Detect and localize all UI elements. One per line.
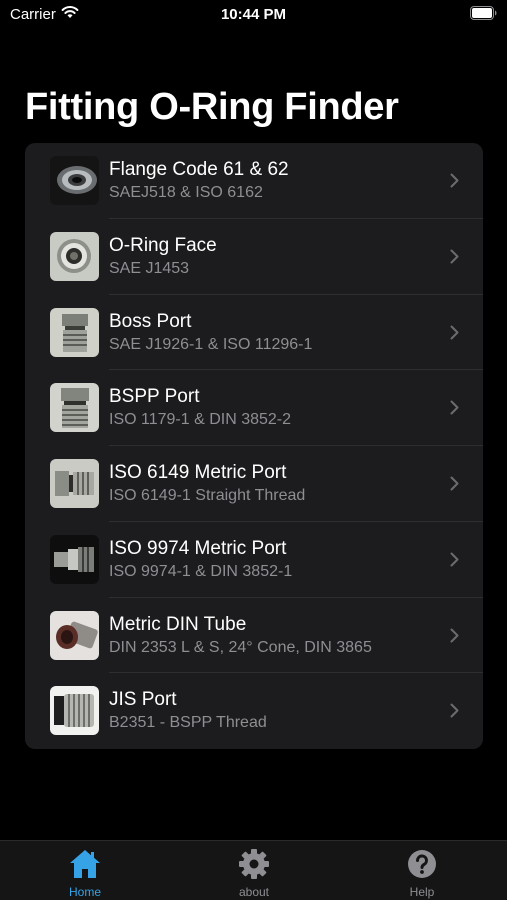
list-item-boss-port[interactable]: Boss Port SAE J1926-1 & ISO 11296-1 (25, 295, 483, 371)
list-item-title: BSPP Port (109, 386, 200, 408)
list-item-subtitle: SAE J1926-1 & ISO 11296-1 (109, 335, 313, 353)
list-item-title: JIS Port (109, 689, 177, 711)
fitting-list: Flange Code 61 & 62 SAEJ518 & ISO 6162 O… (25, 143, 483, 749)
chevron-right-icon (450, 325, 459, 339)
list-item-subtitle: ISO 6149-1 Straight Thread (109, 487, 306, 504)
list-item-bspp-port[interactable]: BSPP Port ISO 1179-1 & DIN 3852-2 (25, 370, 483, 446)
bspp-port-fitting-photo (50, 383, 99, 433)
iso6149-fitting-photo (50, 459, 99, 508)
chevron-right-icon (450, 400, 459, 415)
list-item-oring-face[interactable]: O-Ring Face SAE J1453 (25, 219, 483, 295)
list-item-title: ISO 9974 Metric Port (109, 537, 287, 559)
page-title: Fitting O-Ring Finder (25, 86, 399, 128)
list-item-subtitle: SAEJ518 & ISO 6162 (109, 184, 263, 201)
tab-help[interactable]: Help (362, 841, 482, 900)
list-item-title: Flange Code 61 & 62 (109, 159, 289, 180)
tab-home-label: Home (68, 885, 101, 899)
din-tube-fitting-photo (50, 610, 99, 660)
question-icon (408, 850, 436, 878)
list-item-title: Boss Port (109, 310, 192, 332)
clock: 10:44 PM (220, 6, 287, 23)
list-item-title: Metric DIN Tube (109, 613, 247, 635)
list-item-iso-9974[interactable]: ISO 9974 Metric Port ISO 9974-1 & DIN 38… (25, 522, 483, 598)
battery-icon (470, 6, 497, 20)
chevron-right-icon (450, 249, 459, 264)
iso9974-fitting-photo (50, 534, 99, 584)
list-item-iso-6149[interactable]: ISO 6149 Metric Port ISO 6149-1 Straight… (25, 446, 483, 522)
home-icon (70, 850, 100, 878)
chevron-right-icon (450, 552, 459, 567)
chevron-right-icon (450, 476, 459, 491)
tab-bar: Home about Help (0, 840, 507, 900)
tab-about[interactable]: about (194, 841, 314, 900)
list-item-title: O-Ring Face (109, 234, 217, 256)
list-item-subtitle: DIN 2353 L & S, 24° Cone, DIN 3865 (109, 638, 372, 656)
list-item-metric-din-tube[interactable]: Metric DIN Tube DIN 2353 L & S, 24° Cone… (25, 598, 483, 674)
chevron-right-icon (450, 173, 459, 188)
chevron-right-icon (450, 703, 459, 718)
gear-icon (239, 849, 269, 879)
oring-face-fitting-photo (50, 231, 99, 281)
tab-about-label: about (238, 885, 270, 899)
jis-port-fitting-photo (50, 686, 99, 736)
list-item-subtitle: ISO 1179-1 & DIN 3852-2 (109, 411, 292, 429)
tab-help-label: Help (409, 885, 435, 899)
list-item-subtitle: SAE J1453 (109, 259, 190, 277)
list-item-jis-port[interactable]: JIS Port B2351 - BSPP Thread (25, 673, 483, 749)
flange-fitting-photo (50, 156, 99, 205)
list-item-subtitle: ISO 9974-1 & DIN 3852-1 (109, 562, 293, 580)
list-item-title: ISO 6149 Metric Port (109, 462, 287, 483)
list-item-subtitle: B2351 - BSPP Thread (109, 714, 267, 732)
tab-home[interactable]: Home (25, 841, 145, 900)
boss-port-fitting-photo (50, 307, 99, 357)
status-bar: Carrier 10:44 PM (0, 0, 507, 30)
list-item-flange[interactable]: Flange Code 61 & 62 SAEJ518 & ISO 6162 (25, 143, 483, 219)
chevron-right-icon (450, 628, 459, 642)
